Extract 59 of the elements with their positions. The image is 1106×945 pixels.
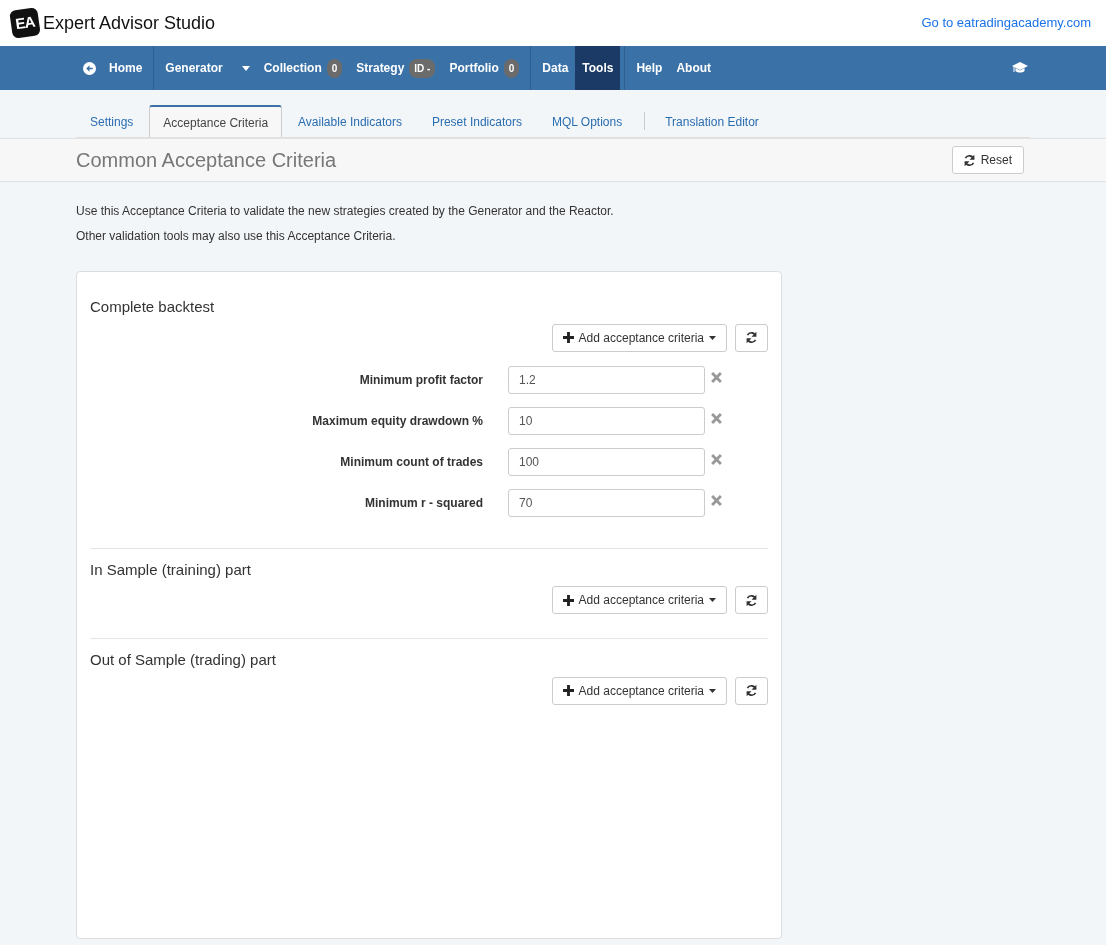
add-criteria-button[interactable]: Add acceptance criteria <box>551 323 727 352</box>
refresh-icon <box>962 153 976 167</box>
site-link[interactable]: Go to eatradingacademy.com <box>921 13 1091 33</box>
remove-icon[interactable] <box>711 371 722 383</box>
criteria-label: Minimum profit factor <box>358 372 484 389</box>
plus-icon <box>562 685 574 696</box>
criteria-label: Maximum equity drawdown % <box>311 413 484 430</box>
tab[interactable]: Preset Indicators <box>417 105 536 137</box>
back-arrow-icon <box>83 61 96 75</box>
tab[interactable]: Settings <box>76 105 148 137</box>
refresh-button[interactable] <box>735 586 768 614</box>
plus-icon <box>562 594 574 606</box>
nav-link[interactable]: Home <box>76 46 150 90</box>
intro-text: Use this Acceptance Criteria to validate the new strategies created by the Generator and the Reactor. <box>76 203 615 220</box>
logo-icon: EA <box>9 7 41 39</box>
caret-icon <box>709 598 716 602</box>
nav-link[interactable]: Data <box>535 46 576 90</box>
nav-link[interactable]: Help <box>629 46 670 90</box>
graduation-cap-icon[interactable] <box>1012 62 1028 74</box>
remove-icon[interactable] <box>711 453 722 465</box>
caret-icon <box>709 335 716 340</box>
criteria-input[interactable]: 100 <box>508 448 705 476</box>
count-badge: ID - <box>409 58 436 78</box>
app-title: Expert Advisor Studio <box>43 11 216 35</box>
section-title: In Sample (training) part <box>90 559 252 580</box>
page-title: Common Acceptance Criteria <box>76 148 337 173</box>
refresh-icon <box>745 684 758 697</box>
refresh-button[interactable] <box>735 676 768 705</box>
add-criteria-button[interactable]: Add acceptance criteria <box>551 586 727 614</box>
section-title: Out of Sample (trading) part <box>90 650 277 670</box>
refresh-button[interactable] <box>735 323 768 352</box>
tab[interactable]: Available Indicators <box>284 105 416 137</box>
nav-link[interactable]: About <box>669 46 719 90</box>
remove-icon[interactable] <box>711 412 722 424</box>
remove-icon[interactable] <box>711 494 722 506</box>
intro-text: Other validation tools may also use this Acceptance Criteria. <box>76 228 397 245</box>
refresh-icon <box>745 593 758 607</box>
nav-link[interactable]: Strategy ID - <box>349 46 443 90</box>
nav-link[interactable]: Generator <box>158 46 257 90</box>
plus-icon <box>562 332 574 343</box>
nav-link[interactable]: Tools <box>575 46 621 90</box>
nav-link[interactable]: Collection 0 <box>256 46 350 90</box>
add-criteria-button[interactable]: Add acceptance criteria <box>551 676 727 705</box>
criteria-label: Minimum count of trades <box>339 454 484 471</box>
reset-button[interactable]: Reset <box>951 146 1024 174</box>
criteria-label: Minimum r - squared <box>364 495 484 512</box>
section-title: Complete backtest <box>90 297 216 317</box>
tab[interactable]: MQL Options <box>537 105 637 137</box>
caret-icon <box>241 65 250 71</box>
refresh-icon <box>745 331 758 344</box>
tab[interactable]: Acceptance Criteria <box>149 105 283 137</box>
tab[interactable]: Translation Editor <box>651 105 773 137</box>
criteria-input[interactable]: 1.2 <box>508 366 705 394</box>
count-badge: 0 <box>326 58 343 78</box>
count-badge: 0 <box>503 58 520 78</box>
criteria-input[interactable]: 70 <box>508 489 705 517</box>
criteria-input[interactable]: 10 <box>508 407 705 435</box>
nav-link[interactable]: Portfolio 0 <box>442 46 527 90</box>
caret-icon <box>709 688 716 693</box>
